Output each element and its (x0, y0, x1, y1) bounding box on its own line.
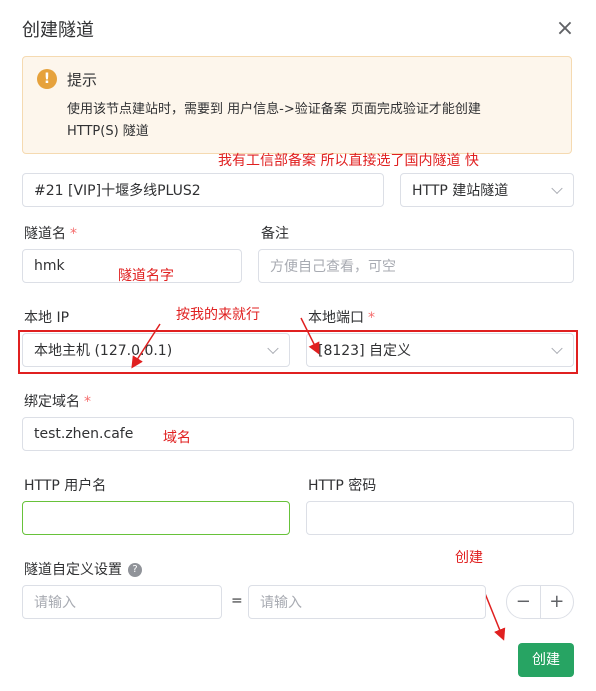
domain-label: 绑定域名 * (24, 394, 91, 410)
custom-value-input[interactable]: 请输入 (248, 585, 486, 619)
annotation-create: 创建 (455, 550, 483, 566)
http-pass-label: HTTP 密码 (308, 478, 377, 494)
plus-button[interactable]: + (541, 586, 574, 618)
domain-input[interactable]: test.zhen.cafe (22, 417, 574, 451)
custom-stepper: − + (506, 585, 574, 619)
http-user-label: HTTP 用户名 (24, 478, 107, 494)
arrow-to-local-port (300, 317, 320, 355)
http-user-input[interactable] (22, 501, 290, 535)
custom-key-input[interactable]: 请输入 (22, 585, 222, 619)
http-pass-input[interactable] (306, 501, 574, 535)
annotation-domain: 域名 (163, 430, 191, 446)
create-button[interactable]: 创建 (518, 643, 574, 677)
help-icon[interactable]: ? (128, 563, 142, 577)
equals-sign: = (231, 593, 243, 609)
custom-settings-label: 隧道自定义设置? (24, 559, 142, 579)
arrow-to-local-ip (131, 323, 161, 369)
minus-button[interactable]: − (507, 586, 540, 618)
